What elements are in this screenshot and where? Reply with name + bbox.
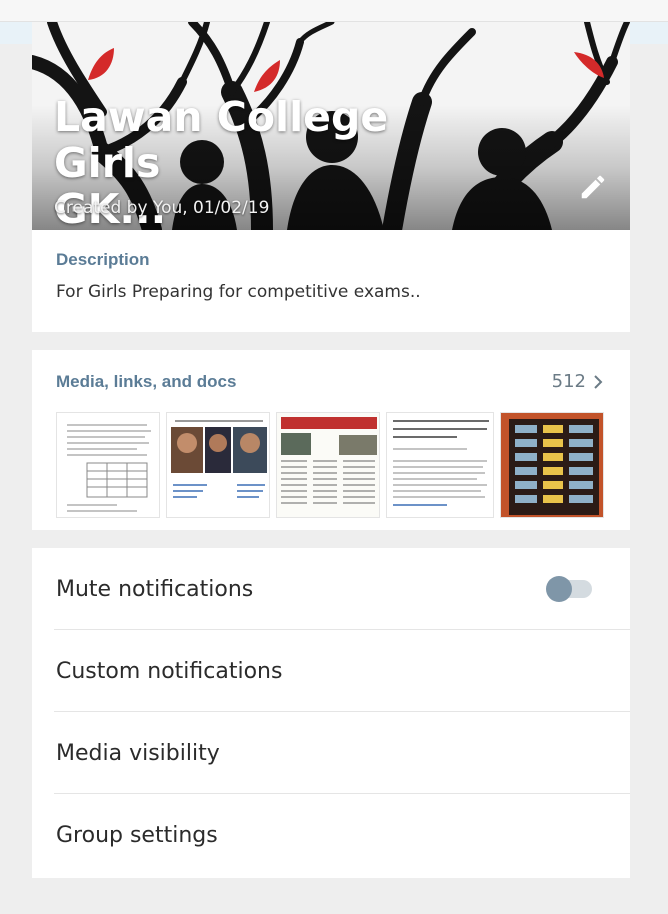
media-count-link[interactable]: 512 (552, 371, 604, 392)
custom-notifications-label: Custom notifications (56, 658, 283, 684)
pencil-icon (581, 175, 605, 199)
media-visibility-row[interactable]: Media visibility (32, 712, 630, 794)
settings-card: Mute notifications Custom notifications … (32, 548, 630, 878)
description-card[interactable]: Description For Girls Preparing for comp… (32, 230, 630, 332)
group-settings-label: Group settings (56, 822, 218, 848)
edit-button[interactable] (578, 172, 608, 202)
custom-notifications-row[interactable]: Custom notifications (32, 630, 630, 712)
chevron-right-icon (594, 374, 603, 389)
description-text: For Girls Preparing for competitive exam… (56, 282, 421, 302)
media-label: Media, links, and docs (56, 372, 237, 391)
media-thumbnails (56, 412, 604, 518)
newspaper-thumbnail[interactable] (276, 412, 380, 518)
description-label: Description (56, 250, 150, 269)
top-bar (0, 0, 668, 22)
group-header: Lawan College Girls GK... Created by You… (32, 22, 630, 230)
news-thumbnail[interactable] (166, 412, 270, 518)
toggle-knob (546, 576, 572, 602)
mute-notifications-row[interactable]: Mute notifications (32, 548, 630, 630)
article-thumbnail[interactable] (386, 412, 494, 518)
media-card: Media, links, and docs 512 (32, 350, 630, 530)
mute-toggle[interactable] (546, 576, 592, 602)
created-info: Created by You, 01/02/19 (54, 198, 270, 218)
group-name-line-1: Lawan College Girls (54, 93, 389, 187)
document-thumbnail[interactable] (56, 412, 160, 518)
group-settings-row[interactable]: Group settings (32, 794, 630, 876)
mute-notifications-label: Mute notifications (56, 576, 254, 602)
media-visibility-label: Media visibility (56, 740, 220, 766)
media-count: 512 (551, 371, 586, 392)
table-thumbnail[interactable] (500, 412, 604, 518)
